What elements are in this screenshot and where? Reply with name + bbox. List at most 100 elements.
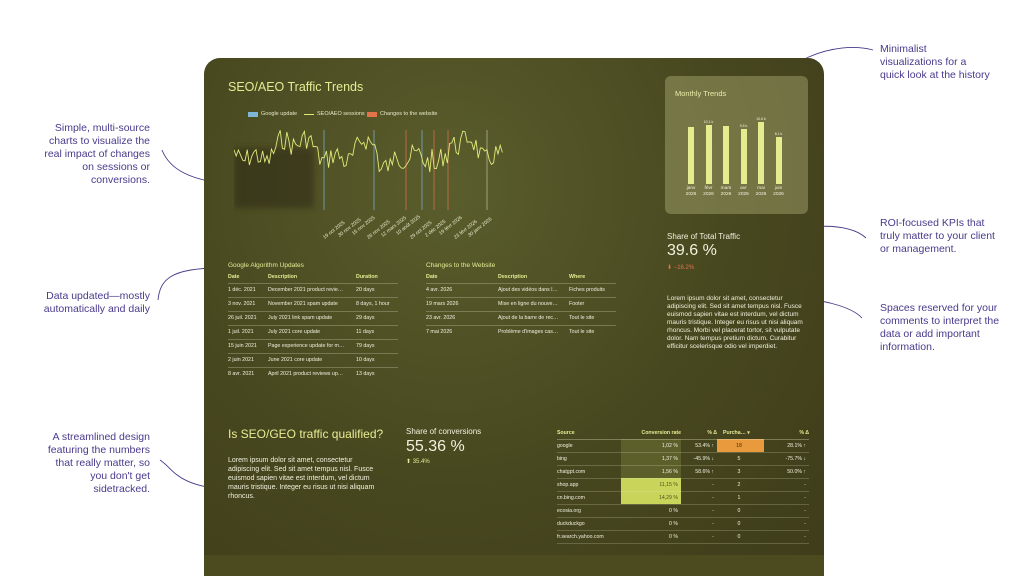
conversions-cell: 2 (717, 478, 764, 492)
legend-swatch-sessions (304, 113, 314, 115)
site-change-row: 7 mai 2026 Problème d'images cas… Tout le … (426, 324, 616, 339)
conversions-row: duckduckgo 0 % -0- (557, 517, 809, 531)
google-updates-title: Google Algorithm Updates (228, 262, 304, 269)
table-cell: Ajout de la barre de rec… (498, 310, 569, 325)
table-cell: 8 avr. 2021 (228, 366, 268, 381)
conversions-cell: - (681, 491, 717, 505)
monthly-bar (705, 125, 712, 184)
google-update-row: 8 avr. 2021 April 2021 product reviews up… (228, 366, 398, 381)
table-cell: July 2021 core update (268, 324, 356, 339)
conversions-cell: chatgpt.com (557, 465, 621, 479)
table-header[interactable]: Description (498, 271, 569, 283)
table-cell: June 2021 core update (268, 352, 356, 367)
legend-label-changes: Changes to the website (380, 111, 438, 117)
share-conversions-delta: ⬆ 35.4% (406, 458, 430, 465)
table-header[interactable]: Description (268, 271, 356, 283)
google-update-row: 2 juin 2021 June 2021 core update 10 days (228, 352, 398, 367)
conversions-cell: - (764, 491, 809, 505)
google-update-row: 15 juin 2021 Page experience update for m… (228, 338, 398, 353)
table-cell: November 2021 spam update (268, 296, 356, 311)
table-cell: Tout le site (569, 310, 616, 325)
google-update-row: 3 nov. 2021 November 2021 spam update 8 da… (228, 296, 398, 311)
monthly-month-label: mars 2026 (720, 186, 732, 197)
annotation-streamlined: A streamlined design featuring the numbe… (47, 431, 150, 495)
legend-sessions: SEO/AEO sessions (304, 111, 365, 117)
table-cell: 26 juil. 2021 (228, 310, 268, 325)
monthly-value-label: 9.5 k (739, 123, 748, 128)
table-cell: 4 avr. 2026 (426, 282, 498, 297)
dashboard-bottom-band (204, 555, 824, 576)
legend-label-google: Google update (261, 111, 298, 117)
conversions-cell: 1,56 % (621, 465, 681, 479)
conversions-row: fr.search.yahoo.com 0 % -0- (557, 530, 809, 544)
conversions-cell: - (764, 517, 809, 531)
table-cell: 7 mai 2026 (426, 324, 498, 339)
legend-google-update: Google update (248, 111, 297, 117)
table-cell: 13 days (356, 366, 398, 381)
conversions-cell: - (764, 504, 809, 518)
conversions-header[interactable]: Purcha… ▾ (717, 427, 764, 440)
conversions-header[interactable]: Source (557, 427, 621, 440)
table-header[interactable]: Date (426, 271, 498, 283)
conversions-cell: 1,37 % (621, 452, 681, 466)
conversions-cell: 53.4% ↑ (681, 439, 717, 453)
annotation-data-updated: Data updated—mostly automatically and da… (43, 290, 150, 315)
conversions-row: bing 1,37 % -45.9% ↓ 5 -75.7% ↓ (557, 452, 809, 466)
monthly-month-label: févr 2026 (703, 186, 714, 197)
conversions-cell: 3 (717, 465, 764, 479)
conversions-cell: fr.search.yahoo.com (557, 530, 621, 544)
conversions-header[interactable]: Conversion rate (621, 427, 681, 440)
conversions-row: ecosia.org 0 % -0- (557, 504, 809, 518)
monthly-bar (775, 136, 782, 184)
monthly-month-label: mai 2026 (755, 186, 767, 197)
conversions-row: shop.app 11,15 % -2- (557, 478, 809, 492)
conversions-cell: cn.bing.com (557, 491, 621, 505)
legend-swatch-changes (367, 111, 377, 117)
kpi-label: Share of Total Traffic (667, 232, 741, 241)
table-cell: July 2021 link spam update (268, 310, 356, 325)
arrow-up-icon: ⬆ (406, 459, 412, 465)
conversions-cell: 0 (717, 530, 764, 544)
conversions-cell: - (764, 530, 809, 544)
site-changes-title: Changes to the Website (426, 262, 496, 269)
conversions-header[interactable]: % Δ (681, 427, 717, 440)
google-update-row: 26 juil. 2021 July 2021 link spam update 2… (228, 310, 398, 325)
table-cell: 2 juin 2021 (228, 352, 268, 367)
conversions-cell: ecosia.org (557, 504, 621, 518)
conversions-cell: 1 (717, 491, 764, 505)
kpi-value: 39.6 % (667, 242, 717, 259)
annotation-charts: Simple, multi-source charts to visualize… (44, 122, 150, 186)
legend-label-sessions: SEO/AEO sessions (317, 111, 365, 117)
annotation-roi-kpis: ROI-focused KPIs that truly matter to yo… (880, 217, 995, 255)
table-cell: 11 days (356, 324, 398, 339)
conversions-cell: 5 (717, 452, 764, 466)
conversions-cell: 11,15 % (621, 478, 681, 492)
conversions-cell: google (557, 439, 621, 453)
traffic-chart-title: SEO/AEO Traffic Trends (228, 80, 364, 94)
google-update-row: 1 juil. 2021 July 2021 core update 11 days (228, 324, 398, 339)
monthly-bar (758, 122, 764, 184)
table-cell: 20 days (356, 282, 398, 297)
conversions-cell: 1,02 % (621, 439, 681, 453)
conversions-cell: 14,29 % (621, 491, 681, 505)
table-cell: 3 nov. 2021 (228, 296, 268, 311)
table-header[interactable]: Where (569, 271, 616, 283)
conversions-header[interactable]: % Δ (764, 427, 809, 440)
table-cell: 19 mars 2026 (426, 296, 498, 311)
conversions-cell: 0 (717, 517, 764, 531)
conversions-cell: -45.9% ↓ (681, 452, 717, 466)
annotation-comments: Spaces reserved for your comments to int… (880, 302, 1000, 353)
legend-swatch-google (248, 111, 258, 117)
table-cell: Mise en ligne du nouve… (498, 296, 569, 311)
table-header[interactable]: Duration (356, 271, 398, 283)
monthly-value-label: 10.6 k (756, 117, 766, 122)
table-header[interactable]: Date (228, 271, 268, 283)
table-cell: 79 days (356, 338, 398, 353)
conversions-cell: - (681, 504, 717, 518)
conversions-table: Source Conversion rate% Δ Purcha… ▾% Δ goo… (557, 427, 809, 544)
table-cell: 1 déc. 2021 (228, 282, 268, 297)
legend-changes: Changes to the website (367, 111, 437, 117)
table-cell: Page experience update for m… (268, 338, 356, 353)
conversions-row: google 1,02 % 53.4% ↑ 18 28.1% ↑ (557, 439, 809, 453)
monthly-value-label: 8.1 k (774, 131, 783, 136)
